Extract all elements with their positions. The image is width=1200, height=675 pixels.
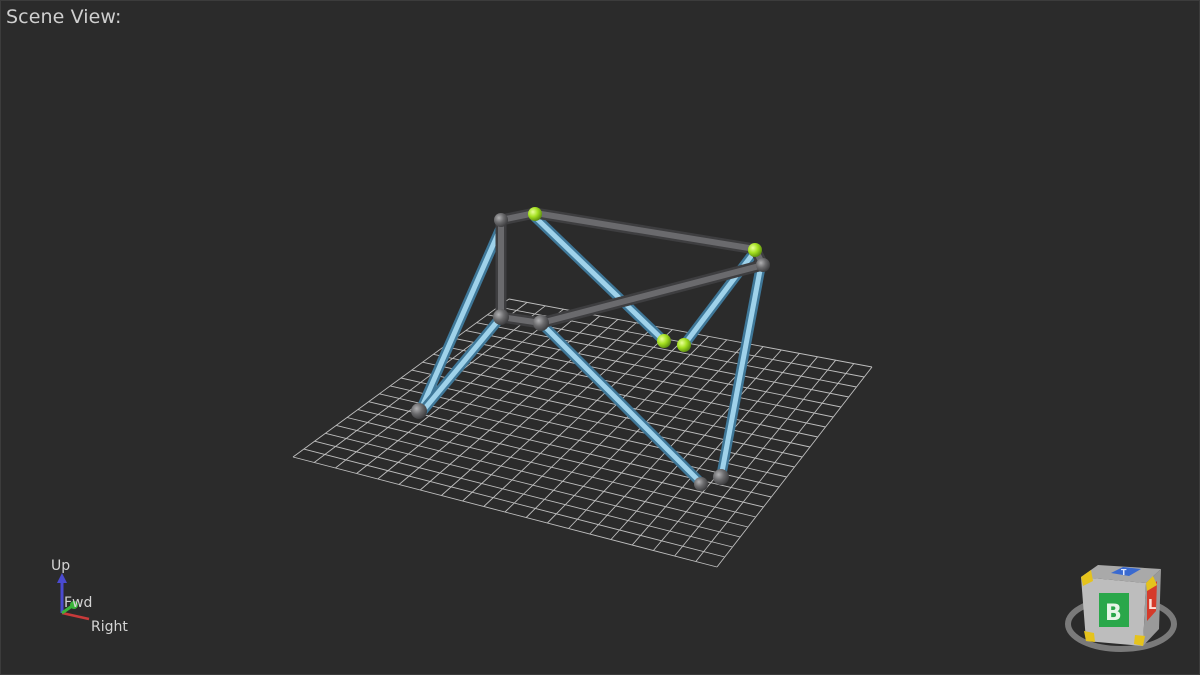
- view-cube[interactable]: B L T: [1065, 565, 1177, 652]
- axes-gizmo: Up Fwd Right: [51, 558, 128, 635]
- blue-strut[interactable]: [418, 224, 504, 412]
- ground-grid: [292, 298, 873, 568]
- right-axis: [61, 611, 90, 621]
- blue-strut[interactable]: [418, 314, 504, 416]
- gray-joint[interactable]: [533, 315, 549, 331]
- view-cube-side-label: L: [1148, 598, 1156, 613]
- gray-beam[interactable]: [538, 262, 766, 326]
- gray-joint[interactable]: [411, 403, 427, 419]
- gray-joint[interactable]: [493, 309, 509, 325]
- viewport-title: Scene View:: [6, 6, 122, 28]
- blue-strut[interactable]: [718, 262, 764, 480]
- gray-joint[interactable]: [494, 213, 508, 227]
- grid-line: [325, 432, 741, 538]
- scene-canvas[interactable]: Up Fwd Right B L T: [1, 1, 1199, 674]
- gray-joint[interactable]: [713, 469, 729, 485]
- right-axis-label: Right: [91, 619, 128, 635]
- green-joint[interactable]: [657, 334, 671, 348]
- up-axis-label: Up: [51, 558, 70, 574]
- grid-line: [292, 456, 718, 568]
- scene-viewport[interactable]: Up Fwd Right B L T Scene View:: [0, 0, 1200, 675]
- view-cube-front-label: B: [1105, 601, 1122, 626]
- green-joint[interactable]: [748, 243, 762, 257]
- up-arrow-icon: [57, 573, 67, 583]
- view-cube-top-label: T: [1121, 568, 1127, 577]
- grid-line: [303, 448, 725, 558]
- gray-joint[interactable]: [756, 258, 770, 272]
- forward-axis-label: Fwd: [64, 595, 92, 611]
- green-joint[interactable]: [677, 338, 691, 352]
- green-joint[interactable]: [528, 207, 542, 221]
- gray-joint[interactable]: [694, 477, 708, 491]
